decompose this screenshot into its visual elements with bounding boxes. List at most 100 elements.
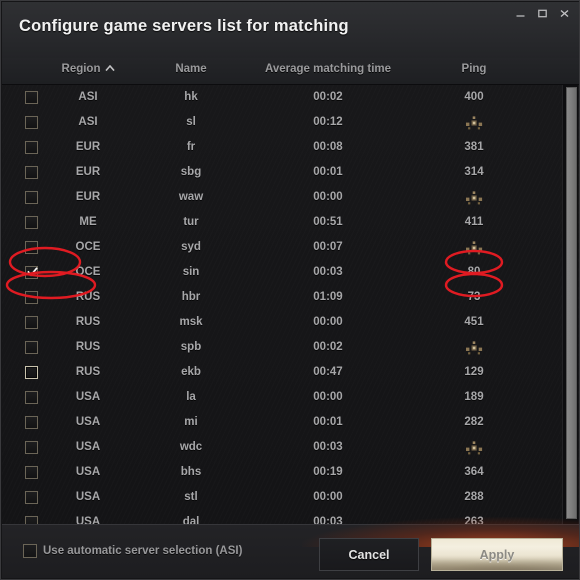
cell-region: RUS	[75, 316, 101, 328]
cell-ping: 381	[464, 141, 484, 153]
row-checkbox[interactable]	[25, 116, 38, 129]
server-list-table: ASI hk 00:02 400 ASI sl 00:12 EUR fr 00:08 381 EUR s…	[2, 85, 579, 527]
row-checkbox[interactable]	[25, 416, 38, 429]
cell-region: USA	[75, 491, 101, 503]
cell-region: USA	[75, 466, 101, 478]
maximize-icon[interactable]	[532, 4, 552, 22]
row-checkbox[interactable]	[25, 491, 38, 504]
row-checkbox[interactable]	[25, 266, 38, 279]
table-row[interactable]: ME tur 00:51 411	[2, 210, 564, 235]
cell-avg: 00:07	[313, 241, 343, 253]
cell-name: la	[186, 391, 196, 403]
row-checkbox[interactable]	[25, 391, 38, 404]
row-checkbox[interactable]	[25, 91, 38, 104]
column-header-label: Name	[175, 63, 207, 75]
title-bar: Configure game servers list for matching	[2, 2, 579, 58]
cell-ping: 451	[464, 316, 484, 328]
cell-avg: 00:12	[313, 116, 343, 128]
cell-name: ekb	[181, 366, 201, 378]
column-header-avg[interactable]: Average matching time	[265, 63, 391, 75]
row-checkbox[interactable]	[25, 366, 38, 379]
cell-avg: 00:02	[313, 91, 343, 103]
cell-avg: 00:03	[313, 266, 343, 278]
table-row[interactable]: RUS hbr 01:09 73	[2, 285, 564, 310]
apply-button[interactable]: Apply	[431, 538, 563, 571]
cell-name: sl	[186, 116, 196, 128]
cell-avg: 00:00	[313, 316, 343, 328]
row-checkbox[interactable]	[25, 191, 38, 204]
cell-name: sin	[182, 266, 200, 278]
cell-ping: 80	[467, 266, 481, 278]
cancel-button-label: Cancel	[348, 547, 390, 562]
row-checkbox[interactable]	[25, 441, 38, 454]
table-row[interactable]: ASI sl 00:12	[2, 110, 564, 135]
row-checkbox[interactable]	[25, 466, 38, 479]
page-title: Configure game servers list for matching	[19, 17, 349, 35]
cell-avg: 00:08	[313, 141, 343, 153]
cell-name: mi	[184, 416, 198, 428]
ping-measuring-icon	[466, 191, 483, 205]
cell-avg: 01:09	[313, 291, 343, 303]
table-row[interactable]: USA stl 00:00 288	[2, 485, 564, 510]
ping-measuring-icon	[466, 341, 483, 355]
cell-region: ASI	[78, 91, 98, 103]
minimize-icon[interactable]	[510, 4, 530, 22]
table-column-headers: Region Name Average matching time Ping	[2, 58, 579, 85]
row-checkbox[interactable]	[25, 166, 38, 179]
apply-button-label: Apply	[479, 547, 515, 562]
cell-ping: 73	[467, 291, 481, 303]
cell-region: RUS	[75, 366, 101, 378]
cell-avg: 00:00	[313, 391, 343, 403]
row-checkbox[interactable]	[25, 141, 38, 154]
vertical-scrollbar-track[interactable]	[562, 85, 578, 527]
table-row[interactable]: USA la 00:00 189	[2, 385, 564, 410]
table-row[interactable]: RUS ekb 00:47 129	[2, 360, 564, 385]
table-row[interactable]: EUR waw 00:00	[2, 185, 564, 210]
table-row[interactable]: USA wdc 00:03	[2, 435, 564, 460]
cell-ping: 364	[464, 466, 484, 478]
row-checkbox[interactable]	[25, 291, 38, 304]
column-header-region[interactable]: Region	[62, 63, 115, 75]
window-controls	[510, 4, 574, 22]
table-row[interactable]: USA bhs 00:19 364	[2, 460, 564, 485]
cell-avg: 00:03	[313, 441, 343, 453]
close-icon[interactable]	[554, 4, 574, 22]
cell-name: waw	[178, 191, 204, 203]
cell-name: spb	[180, 341, 202, 353]
row-checkbox[interactable]	[25, 341, 38, 354]
auto-server-selection-checkbox[interactable]	[23, 544, 37, 558]
cell-name: tur	[183, 216, 199, 228]
cell-ping: 189	[464, 391, 484, 403]
cell-region: EUR	[75, 141, 101, 153]
cell-region: USA	[75, 391, 101, 403]
cell-name: sbg	[180, 166, 202, 178]
table-row[interactable]: OCE syd 00:07	[2, 235, 564, 260]
table-row[interactable]: ASI hk 00:02 400	[2, 85, 564, 110]
cell-avg: 00:02	[313, 341, 343, 353]
column-header-name[interactable]: Name	[175, 63, 206, 75]
ping-measuring-icon	[466, 241, 483, 255]
cell-name: hbr	[181, 291, 201, 303]
auto-server-selection-label: Use automatic server selection (ASI)	[43, 545, 243, 557]
table-row[interactable]: RUS spb 00:02	[2, 335, 564, 360]
table-row[interactable]: RUS msk 00:00 451	[2, 310, 564, 335]
table-row[interactable]: USA mi 00:01 282	[2, 410, 564, 435]
cell-name: hk	[184, 91, 198, 103]
cell-ping: 129	[464, 366, 484, 378]
cell-ping: 411	[464, 216, 484, 228]
cell-name: msk	[179, 316, 203, 328]
vertical-scrollbar-thumb[interactable]	[566, 87, 577, 519]
table-row[interactable]: OCE sin 00:03 80	[2, 260, 564, 285]
cell-avg: 00:51	[313, 216, 343, 228]
row-checkbox[interactable]	[25, 241, 38, 254]
cell-avg: 00:01	[313, 166, 343, 178]
cancel-button[interactable]: Cancel	[319, 538, 419, 571]
cell-region: ASI	[78, 116, 98, 128]
row-checkbox[interactable]	[25, 316, 38, 329]
table-row[interactable]: EUR fr 00:08 381	[2, 135, 564, 160]
table-row[interactable]: EUR sbg 00:01 314	[2, 160, 564, 185]
column-header-ping[interactable]: Ping	[462, 63, 487, 75]
cell-name: syd	[181, 241, 201, 253]
row-checkbox[interactable]	[25, 216, 38, 229]
cell-ping: 282	[464, 416, 484, 428]
